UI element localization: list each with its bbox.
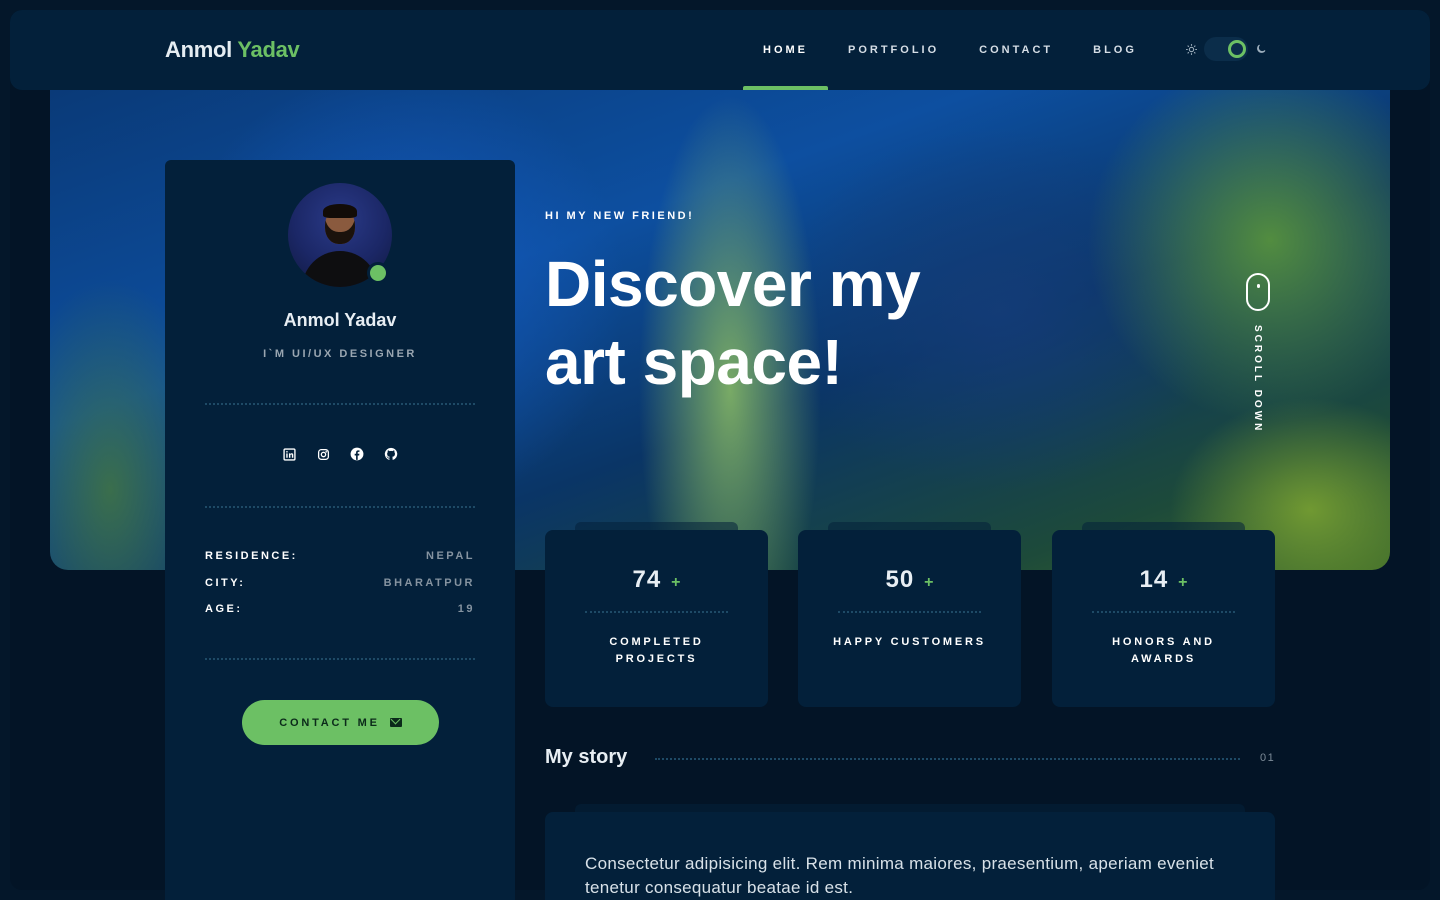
divider (585, 611, 728, 613)
stat-value-row: 14 + (1052, 566, 1275, 594)
facebook-icon[interactable] (349, 446, 365, 462)
section-number: 01 (1260, 752, 1276, 764)
logo-first: Anmol (165, 37, 232, 62)
stat-label: HAPPY CUSTOMERS (833, 636, 986, 648)
hero-greeting: HI MY NEW FRIEND! (545, 210, 695, 222)
section-title: My story (545, 746, 628, 768)
navbar: Anmol Yadav HOME PORTFOLIO CONTACT BLOG (10, 10, 1430, 90)
divider (205, 658, 475, 660)
info-value: NEPAL (426, 550, 475, 562)
stat-number: 14 (1139, 566, 1169, 593)
nav-item-blog[interactable]: BLOG (1073, 10, 1157, 90)
nav-links: HOME PORTFOLIO CONTACT BLOG (743, 10, 1157, 90)
divider (205, 403, 475, 405)
avatar-hair (323, 204, 357, 218)
profile-role: I`M UI/UX DESIGNER (263, 348, 417, 360)
stat-card-customers: 50 + HAPPY CUSTOMERS (798, 522, 1021, 707)
stat-card-awards: 14 + HONORS AND AWARDS (1052, 522, 1275, 707)
info-value: 19 (457, 603, 475, 615)
profile-card: Anmol Yadav I`M UI/UX DESIGNER RESIDENCE… (165, 160, 515, 900)
linkedin-icon[interactable] (281, 446, 297, 462)
stat-card-projects: 74 + COMPLETED PROJECTS (545, 522, 768, 707)
github-icon[interactable] (383, 446, 399, 462)
instagram-icon[interactable] (315, 446, 331, 462)
plus-icon: + (1178, 574, 1188, 591)
info-row-city: CITY: BHARATPUR (205, 577, 475, 589)
stat-number: 50 (885, 566, 915, 593)
divider (1092, 611, 1235, 613)
info-key: RESIDENCE: (205, 550, 298, 562)
theme-switch[interactable] (1184, 37, 1268, 61)
mail-icon (389, 718, 402, 727)
plus-icon: + (924, 574, 934, 591)
hero-title: Discover my art space! (545, 248, 921, 398)
stat-value-row: 74 + (545, 566, 768, 594)
nav-item-home[interactable]: HOME (743, 10, 828, 90)
story-text: Consectetur adipisicing elit. Rem minima… (585, 854, 1215, 897)
mouse-icon (1246, 273, 1270, 311)
stat-number: 74 (632, 566, 662, 593)
plus-icon: + (671, 574, 681, 591)
stat-label: HONORS AND AWARDS (1112, 636, 1215, 665)
contact-me-label: CONTACT ME (279, 716, 380, 729)
info-key: AGE: (205, 603, 243, 615)
profile-name: Anmol Yadav (283, 310, 397, 330)
info-value: BHARATPUR (383, 577, 475, 589)
logo-last: Yadav (237, 37, 300, 62)
stat-label: COMPLETED PROJECTS (609, 636, 704, 665)
info-row-age: AGE: 19 (205, 603, 475, 615)
nav-item-portfolio[interactable]: PORTFOLIO (828, 10, 959, 90)
info-key: CITY: (205, 577, 246, 589)
info-row-residence: RESIDENCE: NEPAL (205, 550, 475, 562)
online-status-dot (367, 262, 389, 284)
toggle-knob (1228, 40, 1246, 58)
stat-value-row: 50 + (798, 566, 1021, 594)
social-links (165, 446, 515, 462)
nav-item-contact[interactable]: CONTACT (959, 10, 1073, 90)
section-divider (655, 758, 1240, 760)
divider (838, 611, 981, 613)
moon-icon (1254, 42, 1268, 56)
scroll-down[interactable]: SCROLL DOWN (1244, 273, 1272, 433)
story-card: Consectetur adipisicing elit. Rem minima… (545, 804, 1275, 900)
contact-me-button[interactable]: CONTACT ME (242, 700, 439, 745)
theme-toggle[interactable] (1204, 37, 1248, 61)
logo[interactable]: Anmol Yadav (165, 37, 300, 63)
divider (205, 506, 475, 508)
sun-icon (1184, 42, 1198, 56)
scroll-down-label: SCROLL DOWN (1252, 325, 1263, 434)
